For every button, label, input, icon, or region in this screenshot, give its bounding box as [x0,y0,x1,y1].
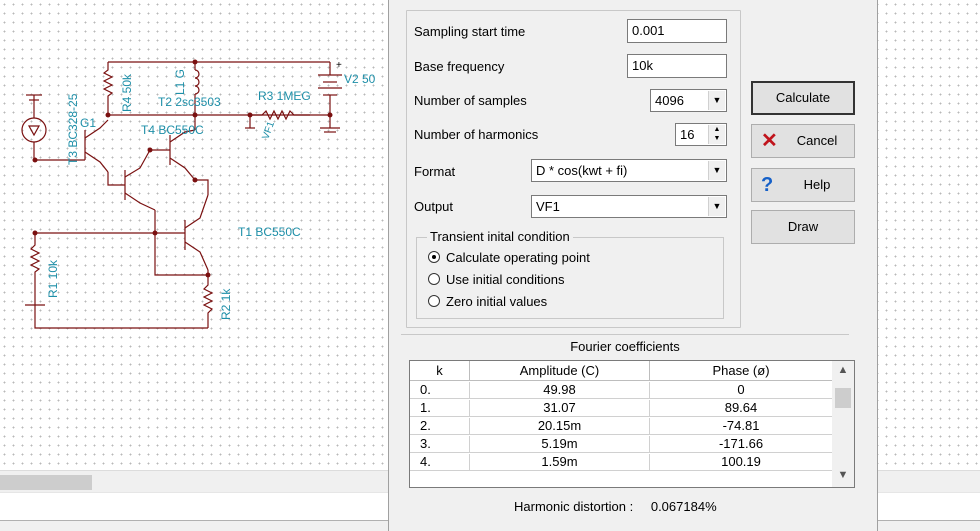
cell-k: 3. [410,436,470,453]
cell-amplitude: 31.07 [470,400,650,417]
l1-label: L1 G [173,69,187,95]
format-value: D * cos(kwt + fi) [536,163,628,178]
chevron-down-icon[interactable]: ▼ [708,91,725,110]
t2-label: T2 2sc3503 [158,95,221,109]
distortion-label: Harmonic distortion : [514,499,634,514]
spin-updown-icon[interactable]: ▲ ▼ [708,125,725,144]
output-select[interactable]: VF1 ▼ [531,195,727,218]
transient-condition-title: Transient inital condition [427,229,573,244]
scroll-up-icon[interactable]: ▲ [832,364,854,376]
transient-condition-group: Transient inital condition Calculate ope… [416,229,724,319]
vertical-scrollbar[interactable]: ▲ ▼ [832,361,854,487]
start-time-label: Sampling start time [414,24,526,39]
help-label: Help [803,177,831,192]
cell-phase: -171.66 [650,436,833,453]
harmonics-value: 16 [680,127,695,142]
table-row[interactable]: 3. 5.19m -171.66 [410,435,833,453]
table-row[interactable]: 4. 1.59m 100.19 [410,453,833,471]
table-row[interactable]: 1. 31.07 89.64 [410,399,833,417]
cell-phase: 89.64 [650,400,833,417]
samples-value: 4096 [655,93,684,108]
cell-k: 0. [410,382,470,399]
radio-label: Calculate operating point [446,250,590,265]
r4-label: R4 50k [120,73,134,112]
harmonic-distortion: Harmonic distortion : 0.067184% [514,499,717,514]
start-time-input[interactable]: 0.001 [627,19,727,43]
cell-phase: -74.81 [650,418,833,435]
table-row[interactable]: 0. 49.98 0 [410,381,833,399]
output-value: VF1 [536,199,560,214]
help-button[interactable]: ? Help [751,168,855,202]
close-icon: ✕ [761,130,778,152]
v2-label: V2 50 [344,72,376,86]
t4-label: T4 BC550C [141,123,204,137]
vf1-label: VF1 [260,120,277,141]
cancel-button[interactable]: ✕ Cancel [751,124,855,158]
t3-label: T3 BC328-25 [66,93,80,165]
base-frequency-label: Base frequency [414,59,505,74]
horizontal-scroll-thumb[interactable] [0,475,92,490]
t1-label: T1 BC550C [238,225,301,239]
settings-group: Sampling start time 0.001 Base frequency… [406,10,741,328]
cancel-label: Cancel [796,133,838,148]
harmonics-stepper[interactable]: 16 ▲ ▼ [675,123,727,146]
table-row[interactable]: 2. 20.15m -74.81 [410,417,833,435]
g1-label: G1 [80,116,96,130]
battery-plus-label: + [336,60,342,71]
radio-use-initial-conditions[interactable]: Use initial conditions [428,272,565,287]
cell-phase: 0 [650,382,833,399]
r3-label: R3 1MEG [258,89,311,103]
distortion-value: 0.067184% [650,499,717,514]
vertical-scroll-thumb[interactable] [835,388,851,408]
radio-unchecked-icon[interactable] [428,273,440,285]
cell-k: 2. [410,418,470,435]
radio-zero-initial-values[interactable]: Zero initial values [428,294,547,309]
radio-unchecked-icon[interactable] [428,295,440,307]
column-header-amplitude[interactable]: Amplitude (C) [470,361,650,381]
cell-k: 4. [410,454,470,471]
fourier-table[interactable]: k Amplitude (C) Phase (ø) 0. 49.98 0 1. … [409,360,855,488]
radio-label: Use initial conditions [446,272,565,287]
cell-amplitude: 1.59m [470,454,650,471]
draw-button[interactable]: Draw [751,210,855,244]
radio-checked-icon[interactable] [428,251,440,263]
radio-label: Zero initial values [446,294,548,309]
cell-amplitude: 49.98 [470,382,650,399]
base-frequency-input[interactable]: 10k [627,54,727,78]
scroll-down-icon[interactable]: ▼ [832,469,854,481]
format-select[interactable]: D * cos(kwt + fi) ▼ [531,159,727,182]
chevron-down-icon[interactable]: ▼ [708,161,725,180]
r1-label: R1 10k [46,259,60,298]
cell-k: 1. [410,400,470,417]
format-label: Format [414,164,456,179]
r2-label: R2 1k [219,288,233,320]
radio-calculate-operating-point[interactable]: Calculate operating point [428,250,590,265]
samples-select[interactable]: 4096 ▼ [650,89,727,112]
calculate-button[interactable]: Calculate [751,81,855,115]
column-header-phase[interactable]: Phase (ø) [650,361,833,381]
fourier-title: Fourier coefficients [570,339,680,354]
harmonics-label: Number of harmonics [414,127,539,142]
samples-label: Number of samples [414,93,527,108]
fourier-dialog: Sampling start time 0.001 Base frequency… [388,0,878,531]
cell-amplitude: 20.15m [470,418,650,435]
cell-amplitude: 5.19m [470,436,650,453]
circuit-schematic[interactable]: V2 50 + R4 50k L1 G T2 2sc3503 R3 1MEG V… [0,0,388,470]
output-label: Output [414,199,454,214]
column-header-k[interactable]: k [410,361,470,381]
chevron-down-icon[interactable]: ▼ [708,197,725,216]
cell-phase: 100.19 [650,454,833,471]
help-icon: ? [761,174,774,196]
